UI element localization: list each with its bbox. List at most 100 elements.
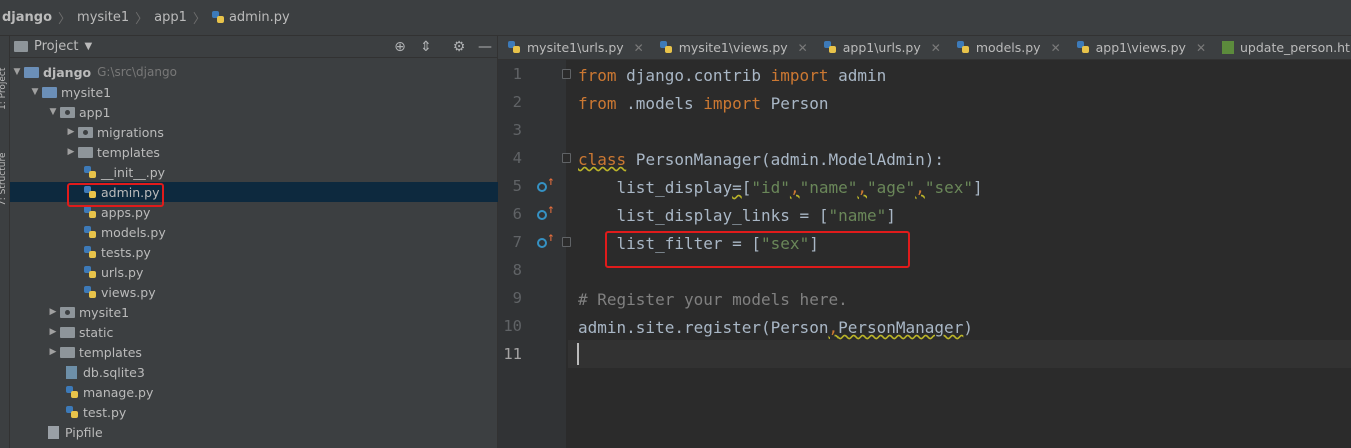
tree-item-static[interactable]: ▶ static (10, 322, 498, 342)
breadcrumb-admin-py[interactable]: admin.py (229, 10, 290, 25)
tree-label: Pipfile (65, 424, 103, 440)
minimize-icon[interactable]: — (476, 38, 494, 56)
close-icon[interactable]: ✕ (931, 41, 941, 55)
breadcrumb-separator: 〉 (58, 12, 72, 27)
line-number: 3 (512, 121, 522, 139)
tree-item-migrations[interactable]: ▶ migrations (10, 122, 498, 142)
breadcrumb-mysite1[interactable]: mysite1 (77, 10, 129, 25)
tab-update-person-html[interactable]: update_person.html ✕ (1212, 36, 1351, 59)
tree-item-mysite1[interactable]: ▼ mysite1 (10, 82, 498, 102)
override-arrow-icon: ↑ (547, 206, 555, 216)
code-area[interactable]: from django.contrib import admin from .m… (568, 60, 1351, 448)
code-line: # Register your models here. (578, 290, 848, 309)
python-file-icon (84, 285, 97, 299)
project-tree: ▼ django G:\src\django ▼ mysite1 ▼ app1 … (10, 62, 498, 442)
python-file-icon (659, 41, 673, 54)
database-file-icon (66, 365, 77, 379)
crosshair-icon[interactable]: ⊕ (391, 38, 409, 56)
folder-icon (60, 346, 75, 358)
close-icon[interactable]: ✕ (1051, 41, 1061, 55)
line-number: 9 (512, 289, 522, 307)
tree-item-django[interactable]: ▼ django G:\src\django (10, 62, 498, 82)
folder-icon (60, 326, 75, 338)
tree-item-test-py[interactable]: test.py (10, 402, 498, 422)
file-icon (48, 425, 59, 439)
expand-arrow-icon[interactable]: ▶ (46, 307, 60, 317)
line-number: 1 (512, 65, 522, 83)
html-file-icon (1222, 41, 1234, 54)
tree-item-mysite1-pkg[interactable]: ▶ mysite1 (10, 302, 498, 322)
tree-item-views-py[interactable]: views.py (10, 282, 498, 302)
project-panel: Project ▼ ⊕ ⇕ ⚙ — ▼ django G:\src\django… (10, 36, 498, 448)
tab-app1-views-py[interactable]: app1\views.py ✕ (1067, 36, 1212, 59)
tree-item-init-py[interactable]: __init__.py (10, 162, 498, 182)
expand-arrow-icon[interactable]: ▼ (10, 67, 24, 77)
tab-models-py[interactable]: models.py ✕ (947, 36, 1067, 59)
tree-item-models-py[interactable]: models.py (10, 222, 498, 242)
expand-arrow-icon[interactable]: ▶ (64, 147, 78, 157)
line-number: 4 (512, 149, 522, 167)
tree-label: migrations (97, 124, 164, 140)
tree-item-urls-py[interactable]: urls.py (10, 262, 498, 282)
python-file-icon (211, 11, 225, 24)
expand-arrow-icon[interactable]: ▼ (28, 87, 42, 97)
tree-label: templates (97, 144, 160, 160)
tree-item-app1[interactable]: ▼ app1 (10, 102, 498, 122)
tree-label: tests.py (101, 244, 151, 260)
code-line: list_display=["id","name","age","sex"] (578, 178, 983, 197)
tree-label: django (43, 64, 92, 80)
expand-arrow-icon[interactable]: ▼ (46, 107, 60, 117)
collapse-icon[interactable]: ⇕ (417, 38, 435, 56)
folder-icon (42, 86, 57, 98)
tab-mysite1-views-py[interactable]: mysite1\views.py ✕ (650, 36, 814, 59)
package-icon (60, 106, 75, 118)
line-number-current: 11 (503, 345, 522, 363)
tree-label: models.py (101, 224, 166, 240)
close-icon[interactable]: ✕ (798, 41, 808, 55)
code-line: from .models import Person (578, 94, 829, 113)
line-number-gutter: 1 2 3 4 5 6 7 8 9 10 11 ↑ ↑ ↑ (498, 60, 571, 448)
package-icon (78, 126, 93, 138)
tree-item-db-sqlite3[interactable]: db.sqlite3 (10, 362, 498, 382)
breadcrumb-django[interactable]: django (2, 10, 52, 25)
code-line: list_display_links = ["name"] (578, 206, 896, 225)
tree-label: manage.py (83, 384, 154, 400)
code-editor: mysite1\urls.py ✕ mysite1\views.py ✕ app… (498, 36, 1351, 448)
text-caret (577, 343, 579, 365)
python-file-icon (84, 205, 97, 219)
folder-icon (24, 66, 39, 78)
tree-item-tests-py[interactable]: tests.py (10, 242, 498, 262)
tree-path: G:\src\django (97, 65, 177, 79)
tree-item-templates[interactable]: ▶ templates (10, 142, 498, 162)
tab-label: models.py (975, 40, 1041, 55)
tree-label: views.py (101, 284, 156, 300)
line-number: 6 (512, 205, 522, 223)
folder-icon (78, 146, 93, 158)
highlight-box-admin-py (67, 183, 164, 207)
expand-arrow-icon[interactable]: ▶ (46, 347, 60, 357)
tree-item-pipfile[interactable]: Pipfile (10, 422, 498, 442)
python-file-icon (84, 265, 97, 279)
tree-item-templates-root[interactable]: ▶ templates (10, 342, 498, 362)
current-line-highlight (568, 340, 1351, 368)
python-file-icon (823, 41, 837, 54)
tree-label: db.sqlite3 (83, 364, 145, 380)
close-icon[interactable]: ✕ (634, 41, 644, 55)
tree-label: app1 (79, 104, 111, 120)
tab-mysite1-urls-py[interactable]: mysite1\urls.py ✕ (498, 36, 650, 59)
chevron-down-icon[interactable]: ▼ (84, 41, 92, 52)
tree-label: mysite1 (61, 84, 112, 100)
close-icon[interactable]: ✕ (1196, 41, 1206, 55)
expand-arrow-icon[interactable]: ▶ (46, 327, 60, 337)
tab-label: update_person.html (1240, 40, 1351, 55)
line-number: 8 (512, 261, 522, 279)
tab-app1-urls-py[interactable]: app1\urls.py ✕ (814, 36, 947, 59)
tab-label: app1\views.py (1095, 40, 1186, 55)
expand-arrow-icon[interactable]: ▶ (64, 127, 78, 137)
tree-label: __init__.py (101, 164, 166, 180)
python-file-icon (66, 405, 79, 419)
gear-icon[interactable]: ⚙ (450, 38, 468, 56)
breadcrumb-app1[interactable]: app1 (154, 10, 187, 25)
project-panel-title[interactable]: Project (34, 39, 78, 54)
tree-item-manage-py[interactable]: manage.py (10, 382, 498, 402)
